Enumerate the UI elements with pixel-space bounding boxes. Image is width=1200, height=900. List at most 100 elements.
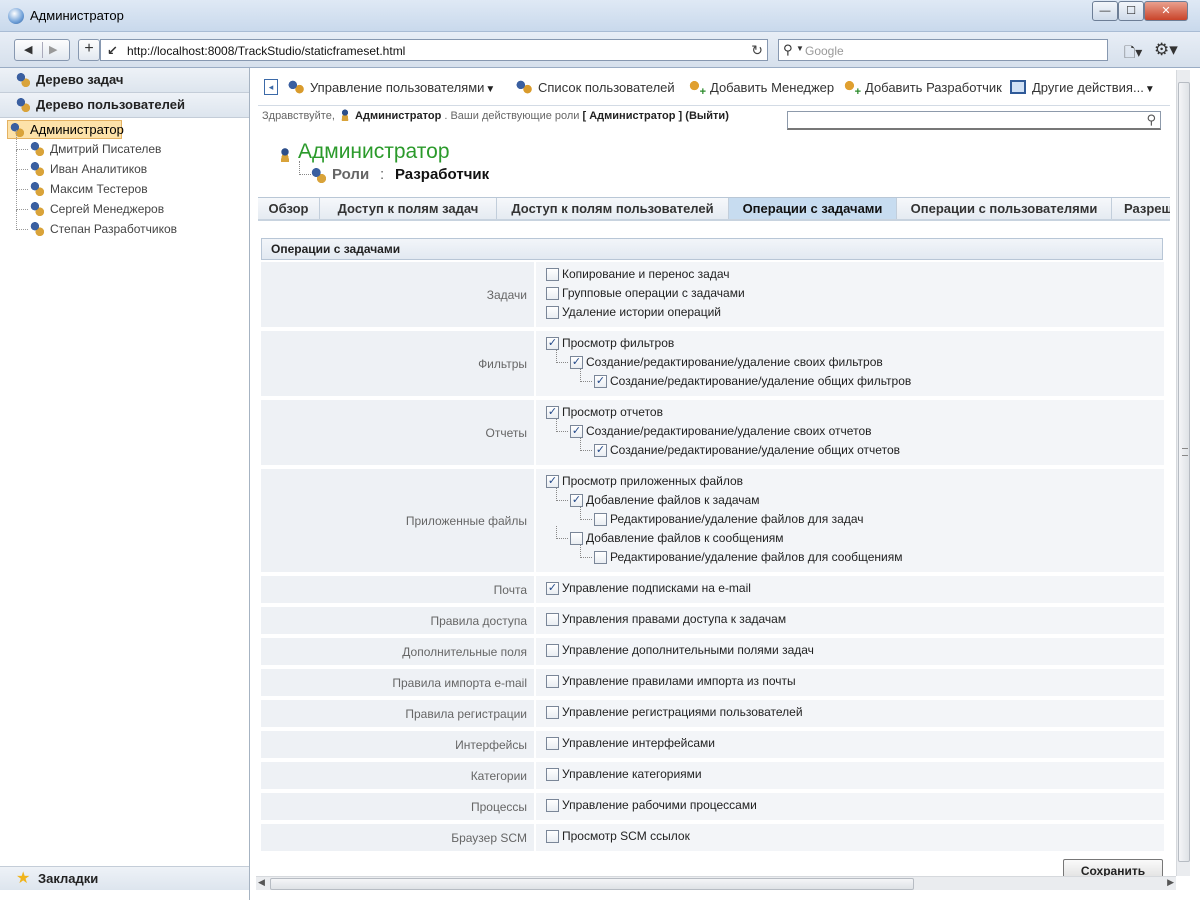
permission-option-label[interactable]: Управление категориями bbox=[562, 767, 702, 781]
checkbox-unchecked[interactable] bbox=[594, 513, 607, 526]
checkbox-checked[interactable]: ✓ bbox=[546, 582, 559, 595]
checkbox-unchecked[interactable] bbox=[546, 675, 559, 688]
tree-item-user[interactable]: Сергей Менеджеров bbox=[12, 190, 242, 220]
manage-users-label[interactable]: Управление пользователями bbox=[310, 80, 484, 95]
tree-item-label[interactable]: Иван Аналитиков bbox=[50, 162, 147, 176]
close-button[interactable]: ✕ bbox=[1144, 1, 1188, 21]
tree-item-label[interactable]: Максим Тестеров bbox=[50, 182, 148, 196]
permission-option-label[interactable]: Просмотр отчетов bbox=[562, 405, 663, 419]
manage-users-menu[interactable]: Управление пользователями▼ bbox=[288, 80, 495, 95]
user-tree-header[interactable]: Дерево пользователей bbox=[0, 93, 249, 118]
horizontal-scrollbar[interactable]: ◀ ▶ bbox=[256, 876, 1176, 890]
quick-search-input[interactable]: ⚲ bbox=[787, 111, 1161, 130]
search-bar[interactable]: ⚲ ▼ Google bbox=[778, 39, 1108, 61]
permission-option-label[interactable]: Просмотр SCM ссылок bbox=[562, 829, 690, 843]
add-manager-button[interactable]: Добавить Менеджер bbox=[688, 80, 834, 98]
checkbox-unchecked[interactable] bbox=[546, 830, 559, 843]
search-placeholder[interactable]: Google bbox=[805, 44, 844, 58]
scroll-right-icon[interactable]: ▶ bbox=[1167, 877, 1174, 888]
checkbox-unchecked[interactable] bbox=[546, 287, 559, 300]
permission-option-label[interactable]: Редактирование/удаление файлов для сообщ… bbox=[610, 550, 903, 564]
reload-icon[interactable]: ↻ bbox=[751, 42, 763, 59]
permission-option-label[interactable]: Управление правилами импорта из почты bbox=[562, 674, 796, 688]
horizontal-scroll-thumb[interactable] bbox=[270, 878, 914, 890]
search-icon[interactable]: ⚲ bbox=[783, 42, 793, 58]
permission-option-label[interactable]: Управления правами доступа к задачам bbox=[562, 612, 786, 626]
tree-root-label[interactable]: Администратор bbox=[30, 121, 124, 138]
task-tree-label[interactable]: Дерево задач bbox=[36, 68, 123, 92]
checkbox-checked[interactable]: ✓ bbox=[546, 475, 559, 488]
checkbox-unchecked[interactable] bbox=[546, 268, 559, 281]
checkbox-unchecked[interactable] bbox=[594, 551, 607, 564]
permission-option-label[interactable]: Копирование и перенос задач bbox=[562, 267, 730, 281]
search-engine-dropdown-icon[interactable]: ▼ bbox=[796, 44, 804, 53]
tree-item-label[interactable]: Сергей Менеджеров bbox=[50, 202, 164, 216]
checkbox-unchecked[interactable] bbox=[546, 737, 559, 750]
permission-option-label[interactable]: Просмотр фильтров bbox=[562, 336, 674, 350]
vertical-scroll-thumb[interactable] bbox=[1178, 82, 1190, 862]
forward-button[interactable]: ▶ bbox=[49, 43, 57, 56]
checkbox-checked[interactable]: ✓ bbox=[570, 356, 583, 369]
permission-option-label[interactable]: Создание/редактирование/удаление общих ф… bbox=[610, 374, 911, 388]
user-tree-label[interactable]: Дерево пользователей bbox=[36, 93, 185, 117]
bookmarks-label[interactable]: Закладки bbox=[38, 867, 98, 890]
vertical-scrollbar[interactable] bbox=[1176, 70, 1190, 876]
checkbox-checked[interactable]: ✓ bbox=[594, 444, 607, 457]
bookmarks-header[interactable]: ★ Закладки bbox=[0, 866, 249, 890]
checkbox-unchecked[interactable] bbox=[546, 306, 559, 319]
permission-option-label[interactable]: Создание/редактирование/удаление своих ф… bbox=[586, 355, 883, 369]
task-tree-header[interactable]: Дерево задач bbox=[0, 68, 249, 93]
gear-icon[interactable]: ⚙▾ bbox=[1154, 40, 1178, 60]
address-bar[interactable]: ↙ http://localhost:8008/TrackStudio/stat… bbox=[100, 39, 768, 61]
add-manager-label[interactable]: Добавить Менеджер bbox=[710, 80, 834, 95]
checkbox-unchecked[interactable] bbox=[570, 532, 583, 545]
tree-item-user[interactable]: Максим Тестеров bbox=[12, 170, 242, 200]
tab-user-fields[interactable]: Доступ к полям пользователей bbox=[497, 198, 729, 219]
checkbox-checked[interactable]: ✓ bbox=[594, 375, 607, 388]
chevron-down-icon[interactable]: ▼ bbox=[1145, 84, 1155, 95]
greeting-user[interactable]: Администратор bbox=[355, 110, 441, 122]
checkbox-checked[interactable]: ✓ bbox=[570, 494, 583, 507]
permission-option-label[interactable]: Групповые операции с задачами bbox=[562, 286, 745, 300]
permission-option-label[interactable]: Управление регистрациями пользователей bbox=[562, 705, 803, 719]
permission-option-label[interactable]: Просмотр приложенных файлов bbox=[562, 474, 743, 488]
maximize-button[interactable]: ☐ bbox=[1118, 1, 1144, 21]
checkbox-checked[interactable]: ✓ bbox=[546, 337, 559, 350]
scroll-left-icon[interactable]: ◀ bbox=[258, 877, 265, 888]
tab-task-fields[interactable]: Доступ к полям задач bbox=[320, 198, 497, 219]
tree-item-user[interactable]: Степан Разработчиков bbox=[12, 210, 242, 240]
other-actions-label[interactable]: Другие действия... bbox=[1032, 80, 1144, 95]
permission-option-label[interactable]: Управление рабочими процессами bbox=[562, 798, 757, 812]
permission-option-label[interactable]: Управление дополнительными полями задач bbox=[562, 643, 814, 657]
tree-item-label[interactable]: Дмитрий Писателев bbox=[50, 142, 161, 156]
other-actions-menu[interactable]: Другие действия...▼ bbox=[1010, 80, 1155, 95]
permission-option-label[interactable]: Создание/редактирование/удаление общих о… bbox=[610, 443, 900, 457]
new-tab-button[interactable]: + bbox=[78, 39, 100, 61]
page-menu-icon[interactable]: 🗋▾ bbox=[1124, 42, 1142, 66]
permission-option-label[interactable]: Управление подписками на e-mail bbox=[562, 581, 751, 595]
permission-option-label[interactable]: Удаление истории операций bbox=[562, 305, 721, 319]
checkbox-unchecked[interactable] bbox=[546, 613, 559, 626]
add-developer-label[interactable]: Добавить Разработчик bbox=[865, 80, 1002, 95]
tree-item-label[interactable]: Степан Разработчиков bbox=[50, 222, 177, 236]
url-text[interactable]: http://localhost:8008/TrackStudio/static… bbox=[127, 44, 405, 58]
permission-option-label[interactable]: Добавление файлов к сообщениям bbox=[586, 531, 784, 545]
user-list-label[interactable]: Список пользователей bbox=[538, 80, 675, 95]
search-icon[interactable]: ⚲ bbox=[1146, 112, 1156, 128]
user-list-button[interactable]: Список пользователей bbox=[516, 80, 675, 95]
permission-option-label[interactable]: Редактирование/удаление файлов для задач bbox=[610, 512, 863, 526]
tab-task-operations[interactable]: Операции с задачами bbox=[729, 198, 897, 219]
back-button[interactable]: ◀ bbox=[24, 43, 32, 56]
tab-permissions[interactable]: Разрешения bbox=[1112, 198, 1170, 219]
tab-user-operations[interactable]: Операции с пользователями bbox=[897, 198, 1112, 219]
minimize-button[interactable]: — bbox=[1092, 1, 1118, 21]
checkbox-unchecked[interactable] bbox=[546, 799, 559, 812]
permission-option-label[interactable]: Создание/редактирование/удаление своих о… bbox=[586, 424, 872, 438]
checkbox-unchecked[interactable] bbox=[546, 644, 559, 657]
role-label[interactable]: Роли bbox=[332, 166, 369, 183]
tree-item-user[interactable]: Дмитрий Писателев bbox=[12, 130, 242, 160]
tree-item-user[interactable]: Иван Аналитиков bbox=[12, 150, 242, 180]
checkbox-unchecked[interactable] bbox=[546, 768, 559, 781]
add-developer-button[interactable]: Добавить Разработчик bbox=[843, 80, 1002, 98]
checkbox-checked[interactable]: ✓ bbox=[546, 406, 559, 419]
